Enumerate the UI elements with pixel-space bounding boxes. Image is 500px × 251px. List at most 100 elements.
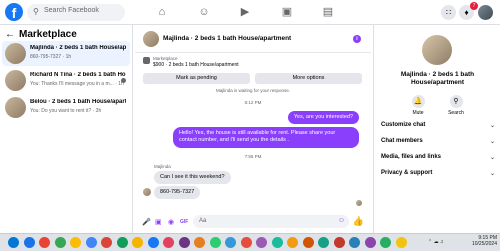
outgoing-message[interactable]: Hello! Yes, the house is still available… [173, 127, 359, 148]
taskbar-app-icon[interactable] [163, 237, 174, 248]
conversation-preview: 860-795-7327 · 1h [30, 54, 72, 60]
conversation-preview: You: Do you want to rent it? · 3h [30, 108, 102, 114]
section-label: Chat members [381, 138, 423, 144]
conversation-name: Majlinda · 2 beds 1 bath House/apartment [30, 45, 126, 51]
message-thread: Majlinda is waiting for your response. 6… [135, 88, 371, 210]
gif-icon[interactable]: GIF [180, 219, 188, 225]
taskbar-app-icon[interactable] [178, 237, 190, 248]
facebook-logo[interactable]: f [5, 3, 23, 21]
message-composer: 🎤 ▣ ◉ GIF Aa ☺ 👍 [135, 210, 371, 233]
taskbar-app-icon[interactable] [349, 237, 360, 248]
top-navigation-bar: f ⚲ Search Facebook ⌂ ☺ ▶ ▣ ▤ ∷ ♦ 7 [0, 0, 500, 25]
chevron-down-icon: ⌄ [489, 171, 495, 177]
chevron-down-icon: ⌄ [489, 139, 495, 145]
incoming-message[interactable]: Can I see it this weekend? [154, 171, 231, 185]
search-bar[interactable]: ⚲ Search Facebook [27, 4, 125, 21]
message-input[interactable]: Aa ☺ [193, 215, 349, 228]
taskbar-app-icon[interactable] [256, 237, 267, 248]
taskbar-app-icon[interactable] [287, 237, 298, 248]
notifications-icon[interactable]: ♦ 7 [459, 2, 478, 20]
section-label: Customize chat [381, 122, 426, 128]
mark-as-pending-button[interactable]: Mark as pending [143, 73, 250, 84]
taskbar-app-icon[interactable] [271, 237, 283, 248]
taskbar-app-icon[interactable] [194, 237, 205, 248]
listing-thumbnail [5, 70, 26, 91]
listing-thumbnail [5, 97, 26, 118]
conversation-preview: You: Thanks I'll message you in a m... ·… [30, 81, 124, 87]
taskbar-app-icon[interactable] [380, 237, 391, 248]
info-icon[interactable]: i [353, 35, 361, 43]
taskbar-app-icon[interactable] [318, 237, 329, 248]
search-input[interactable]: Search Facebook [44, 7, 99, 14]
conversation-info-panel: Majlinda · 2 beds 1 bath House/apartment… [373, 25, 500, 233]
sender-name: Majlinda [154, 164, 171, 169]
section-media-files-links[interactable]: Media, files and links ⌄ [381, 154, 495, 161]
sidebar-header: ← Marketplace [5, 29, 77, 40]
taskbar-app-icon[interactable] [101, 237, 112, 248]
taskbar-app-icon[interactable] [395, 237, 407, 248]
sticker-icon[interactable]: ◉ [168, 218, 174, 226]
clock[interactable]: 9:15 PM 10/25/2024 [465, 235, 497, 247]
timestamp: 7:55 PM [244, 154, 262, 159]
taskbar-app-icon[interactable] [333, 237, 345, 248]
home-icon[interactable]: ⌂ [155, 5, 169, 19]
listing-thumbnail[interactable] [143, 31, 159, 47]
taskbar-app-icon[interactable] [8, 237, 19, 248]
mute-label: Mute [412, 110, 424, 116]
section-privacy-support[interactable]: Privacy & support ⌄ [381, 170, 495, 177]
friends-icon[interactable]: ☺ [197, 5, 211, 19]
taskbar-app-icon[interactable] [209, 237, 221, 248]
taskbar-app-icon[interactable] [85, 237, 97, 248]
section-label: Media, files and links [381, 154, 442, 160]
conversation-name: Richard N Tina · 2 beds 1 bath House/... [30, 72, 126, 78]
clock-date: 10/25/2024 [471, 241, 497, 247]
photo-icon[interactable]: ▣ [155, 218, 162, 226]
taskbar-app-icon[interactable] [302, 237, 314, 248]
seen-receipt-avatar [356, 200, 362, 206]
chevron-down-icon: ⌄ [489, 155, 495, 161]
listing-price[interactable]: $900 · 2 beds 1 bath House/apartment [153, 62, 239, 68]
taskbar-app-icon[interactable] [116, 237, 128, 248]
menu-grid-icon[interactable]: ∷ [441, 5, 456, 20]
incoming-message[interactable]: 860-795-7327 [154, 186, 201, 200]
chat-title[interactable]: Majlinda · 2 beds 1 bath House/apartment [163, 35, 291, 42]
microphone-icon[interactable]: 🎤 [142, 218, 151, 226]
search-icon: ⚲ [449, 95, 463, 108]
emoji-icon[interactable]: ☺ [338, 217, 345, 224]
gaming-icon[interactable]: ▤ [321, 5, 335, 19]
chat-header: Majlinda · 2 beds 1 bath House/apartment… [135, 25, 371, 53]
listing-photo[interactable] [422, 35, 452, 65]
section-chat-members[interactable]: Chat members ⌄ [381, 138, 495, 145]
mute-button[interactable]: 🔔 Mute [406, 95, 430, 116]
back-arrow-icon[interactable]: ← [5, 29, 15, 40]
read-receipt-avatar [121, 78, 126, 83]
conversation-item[interactable]: Majlinda · 2 beds 1 bath House/apartment… [2, 41, 130, 66]
conversation-item[interactable]: Belou · 2 beds 1 bath House/apartment Yo… [2, 95, 130, 120]
conversation-item[interactable]: Richard N Tina · 2 beds 1 bath House/...… [2, 68, 130, 93]
taskbar-app-icon[interactable] [39, 237, 50, 248]
profile-avatar[interactable] [478, 5, 493, 20]
more-options-button[interactable]: More options [255, 73, 362, 84]
taskbar-app-icon[interactable] [147, 237, 159, 248]
like-icon[interactable]: 👍 [353, 216, 364, 227]
system-tray-icons[interactable]: ⌃ ☁ ♫ [428, 239, 444, 245]
search-icon: ⚲ [33, 7, 39, 16]
outgoing-message[interactable]: Yes, are you interested? [287, 111, 359, 125]
chevron-down-icon: ⌄ [489, 123, 495, 129]
taskbar-app-icon[interactable] [54, 237, 66, 248]
taskbar-app-icon[interactable] [225, 237, 236, 248]
taskbar-app-icon[interactable] [240, 237, 252, 248]
taskbar-app-icon[interactable] [132, 237, 143, 248]
search-conversation-button[interactable]: ⚲ Search [444, 95, 468, 116]
marketplace-icon[interactable]: ▣ [280, 5, 294, 19]
message-input-placeholder: Aa [199, 218, 207, 224]
timestamp: 6:12 PM [244, 100, 262, 105]
taskbar-app-icon[interactable] [23, 237, 35, 248]
listing-label: Marketplace [153, 56, 178, 61]
video-icon[interactable]: ▶ [238, 5, 252, 19]
listing-card: Marketplace $900 · 2 beds 1 bath House/a… [135, 53, 371, 88]
taskbar-app-icon[interactable] [70, 237, 81, 248]
taskbar-app-icon[interactable] [364, 237, 376, 248]
section-customize-chat[interactable]: Customize chat ⌄ [381, 122, 495, 129]
info-title: Majlinda · 2 beds 1 bath House/apartment [400, 71, 475, 87]
